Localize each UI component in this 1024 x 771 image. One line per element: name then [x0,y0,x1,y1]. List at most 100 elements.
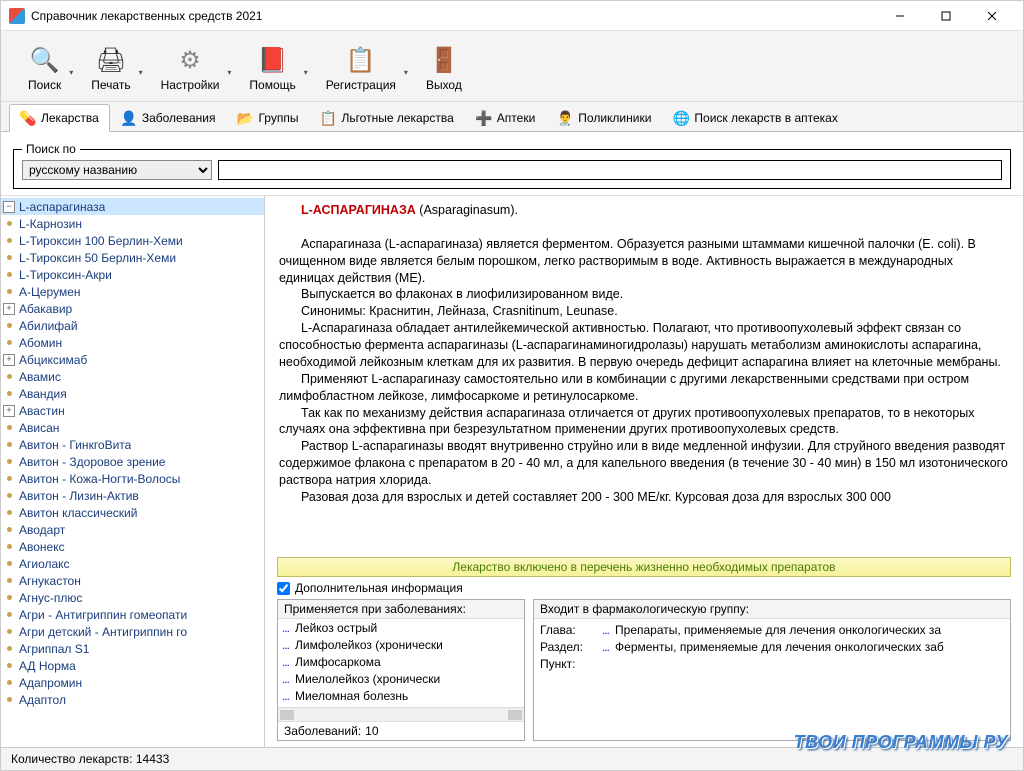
tree-item[interactable]: Авитон - ГинкгоВита [1,436,264,453]
expand-icon[interactable]: + [3,303,15,315]
tree-item[interactable]: Ависан [1,419,264,436]
disease-count-value: 10 [365,724,378,738]
tree-item[interactable]: −L-аспарагиназа [1,198,264,215]
disease-item[interactable]: ...Лимфолейкоз (хронически [278,636,524,653]
tree-item[interactable]: А-Церумен [1,283,264,300]
link-icon[interactable]: ... [282,638,289,652]
tree-item[interactable]: Авитон классический [1,504,264,521]
groups-tab-icon: 📂 [237,110,253,126]
titlebar: Справочник лекарственных средств 2021 [1,1,1023,31]
tree-item[interactable]: Авитон - Кожа-Ногти-Волосы [1,470,264,487]
scrollbar-horizontal[interactable] [278,707,524,721]
article-paragraph: L-Аспарагиназа обладает антилейкемическо… [279,320,1011,371]
search-label: Поиск по [22,142,80,156]
tab-clinics[interactable]: 👨‍⚕️Поликлиники [546,104,662,131]
link-icon[interactable]: ... [282,672,289,686]
dropdown-icon: ▾ [69,68,73,77]
toolbar-settings[interactable]: ⚙Настройки▾ [146,39,235,97]
window-title: Справочник лекарственных средств 2021 [31,9,877,23]
pharm-row: Глава:...Препараты, применяемые для лече… [540,623,1004,637]
tree-item[interactable]: Аводарт [1,521,264,538]
tree-item[interactable]: Авандия [1,385,264,402]
tab-drugs[interactable]: 💊Лекарства [9,104,110,132]
toolbar-print[interactable]: 🖨Печать▾ [76,39,145,97]
tree-item[interactable]: АД Норма [1,657,264,674]
link-icon[interactable]: ... [282,689,289,703]
disease-item[interactable]: ...Миеломная болезнь [278,687,524,704]
bullet-icon [3,544,15,549]
maximize-button[interactable] [923,1,969,31]
tree-item[interactable]: Авитон - Здоровое зрение [1,453,264,470]
drug-article[interactable]: L-АСПАРАГИНАЗА (Asparaginasum). Аспараги… [265,196,1023,557]
disease-item[interactable]: ...Миелолейкоз (хронически [278,670,524,687]
bullet-icon [3,527,15,532]
tree-item[interactable]: Агри детский - Антигриппин го [1,623,264,640]
additional-info-input[interactable] [277,582,290,595]
minimize-button[interactable] [877,1,923,31]
tree-item[interactable]: Абомин [1,334,264,351]
tree-item[interactable]: Агиолакс [1,555,264,572]
diseases-list[interactable]: ...Лейкоз острый...Лимфолейкоз (хроничес… [278,619,524,707]
exit-icon: 🚪 [428,44,460,76]
bullet-icon [3,391,15,396]
expand-icon[interactable]: + [3,405,15,417]
tree-item[interactable]: L-Тироксин 100 Берлин-Хеми [1,232,264,249]
additional-info-checkbox[interactable]: Дополнительная информация [277,581,1011,595]
bullet-icon [3,578,15,583]
tab-findpharm[interactable]: 🌐Поиск лекарств в аптеках [662,104,848,131]
tree-item[interactable]: Авамис [1,368,264,385]
tree-item[interactable]: +Авастин [1,402,264,419]
pharm-row: Пункт: [540,657,1004,671]
help-icon: 📕 [257,44,289,76]
bullet-icon [3,595,15,600]
tree-item[interactable]: +Абакавир [1,300,264,317]
close-button[interactable] [969,1,1015,31]
toolbar-help[interactable]: 📕Помощь▾ [234,39,310,97]
tab-diseases[interactable]: 👤Заболевания [110,104,227,131]
tree-item[interactable]: Агнус-плюс [1,589,264,606]
disease-item[interactable]: ...Лейкоз острый [278,619,524,636]
dropdown-icon: ▾ [227,68,231,77]
link-icon[interactable]: ... [602,640,609,654]
tree-item[interactable]: +Абциксимаб [1,351,264,368]
bullet-icon [3,697,15,702]
tree-item[interactable]: Агнукастон [1,572,264,589]
tree-item[interactable]: Агри - Антигриппин гомеопати [1,606,264,623]
bullet-icon [3,612,15,617]
toolbar-search[interactable]: 🔍Поиск▾ [13,39,76,97]
bullet-icon [3,510,15,515]
tree-item[interactable]: Авитон - Лизин-Актив [1,487,264,504]
tab-benefit[interactable]: 📋Льготные лекарства [309,104,464,131]
tree-item[interactable]: Абилифай [1,317,264,334]
drugs-tree[interactable]: −L-аспарагиназаL-КарнозинL-Тироксин 100 … [1,196,265,747]
essential-drug-bar: Лекарство включено в перечень жизненно н… [277,557,1011,577]
search-mode-select[interactable]: русскому названию [22,160,212,180]
article-paragraph: Синонимы: Краснитин, Лейназа, Crasnitinu… [279,303,1011,320]
toolbar-exit[interactable]: 🚪Выход [411,39,477,97]
tree-item[interactable]: Авонекс [1,538,264,555]
search-input[interactable] [218,160,1002,180]
link-icon[interactable]: ... [282,621,289,635]
bullet-icon [3,255,15,260]
link-icon[interactable]: ... [282,655,289,669]
expand-icon[interactable]: − [3,201,15,213]
article-title: L-АСПАРАГИНАЗА [301,203,416,217]
tree-item[interactable]: L-Тироксин-Акри [1,266,264,283]
tab-pharmacies[interactable]: ➕Аптеки [465,104,547,131]
expand-icon[interactable]: + [3,354,15,366]
clinics-tab-icon: 👨‍⚕️ [557,110,573,126]
pharm-header: Входит в фармакологическую группу: [534,600,1010,619]
bullet-icon [3,459,15,464]
tree-item[interactable]: Адапромин [1,674,264,691]
disease-item[interactable]: ...Лимфосаркома [278,653,524,670]
tree-item[interactable]: Агриппал S1 [1,640,264,657]
tab-groups[interactable]: 📂Группы [226,104,309,131]
bullet-icon [3,425,15,430]
bullet-icon [3,323,15,328]
tree-item[interactable]: L-Тироксин 50 Берлин-Хеми [1,249,264,266]
link-icon[interactable]: ... [602,623,609,637]
toolbar-register[interactable]: 📋Регистрация▾ [311,39,411,97]
tree-item[interactable]: L-Карнозин [1,215,264,232]
tree-item[interactable]: Адаптол [1,691,264,708]
bullet-icon [3,374,15,379]
